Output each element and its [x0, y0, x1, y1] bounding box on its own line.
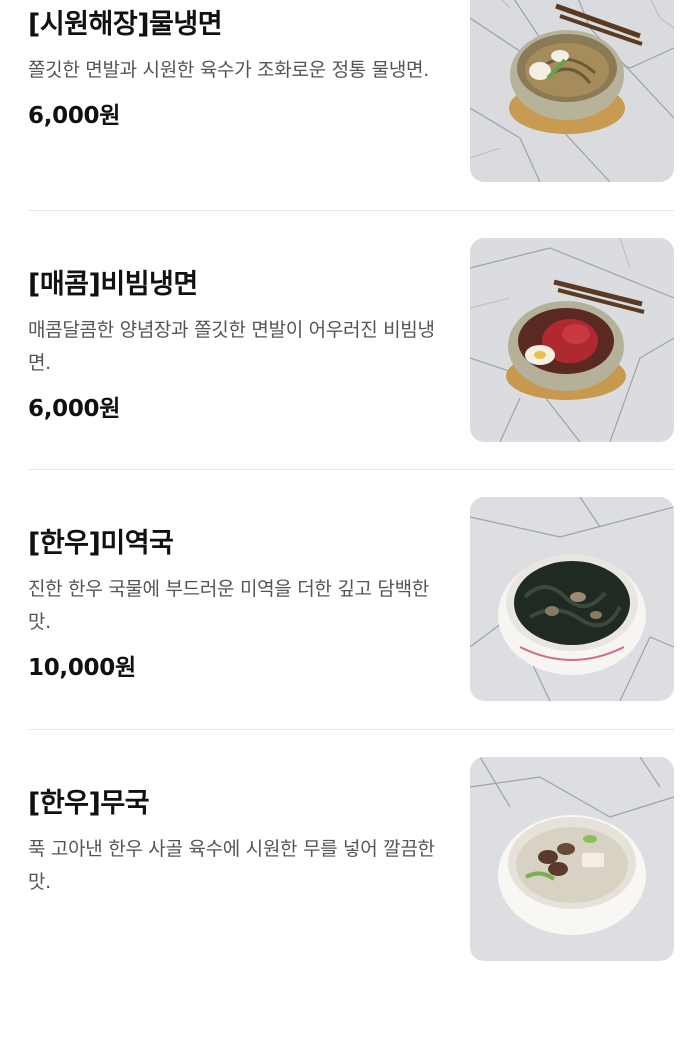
menu-item-description: 매콤달콤한 양념장과 쫄깃한 면발이 어우러진 비빔냉면. [28, 319, 435, 374]
menu-item-photo[interactable] [470, 497, 674, 701]
menu-item-name: [한우]무국 [28, 788, 150, 819]
menu-item-description: 진한 한우 국물에 부드러운 미역을 더한 깊고 담백한 맛. [28, 578, 429, 633]
menu-item-miyeokguk[interactable]: [한우]미역국 진한 한우 국물에 부드러운 미역을 더한 깊고 담백한 맛. … [0, 497, 700, 778]
menu-item-muguk[interactable]: [한우]무국 푹 고아낸 한우 사골 육수에 시원한 무를 넣어 깔끔한 맛. [0, 757, 700, 1038]
menu-item-photo[interactable] [470, 238, 674, 442]
bibim-naengmyeon-bowl-photo [470, 238, 674, 442]
menu-item-name: [한우]미역국 [28, 528, 174, 559]
menu-item-bibim-naengmyeon[interactable]: [매콤]비빔냉면 매콤달콤한 양념장과 쫄깃한 면발이 어우러진 비빔냉면. 6… [0, 238, 700, 519]
menu-item-description: 쫄깃한 면발과 시원한 육수가 조화로운 정통 물냉면. [28, 59, 429, 81]
radish-soup-bowl-photo [470, 757, 674, 961]
menu-item-text: [매콤]비빔냉면 매콤달콤한 양념장과 쫄깃한 면발이 어우러진 비빔냉면. 6… [28, 268, 448, 424]
menu-item-price: 10,000원 [28, 655, 136, 681]
menu-item-text: [시원해장]물냉면 쫄깃한 면발과 시원한 육수가 조화로운 정통 물냉면. 6… [28, 8, 448, 131]
menu-list: [시원해장]물냉면 쫄깃한 면발과 시원한 육수가 조화로운 정통 물냉면. 6… [0, 0, 700, 961]
menu-item-mul-naengmyeon[interactable]: [시원해장]물냉면 쫄깃한 면발과 시원한 육수가 조화로운 정통 물냉면. 6… [0, 0, 700, 259]
seaweed-soup-bowl-photo [470, 497, 674, 701]
menu-item-text: [한우]무국 푹 고아낸 한우 사골 육수에 시원한 무를 넣어 깔끔한 맛. [28, 787, 448, 913]
divider [28, 729, 674, 730]
menu-item-price: 6,000원 [28, 396, 121, 422]
menu-item-text: [한우]미역국 진한 한우 국물에 부드러운 미역을 더한 깊고 담백한 맛. … [28, 527, 448, 683]
menu-item-description: 푹 고아낸 한우 사골 육수에 시원한 무를 넣어 깔끔한 맛. [28, 838, 435, 893]
menu-item-photo[interactable] [470, 757, 674, 961]
menu-item-name: [매콤]비빔냉면 [28, 269, 198, 300]
menu-item-photo[interactable] [470, 0, 674, 182]
divider [28, 210, 674, 211]
menu-item-price: 6,000원 [28, 103, 121, 129]
divider [28, 469, 674, 470]
naengmyeon-bowl-photo [470, 0, 674, 182]
menu-item-name: [시원해장]물냉면 [28, 9, 223, 40]
